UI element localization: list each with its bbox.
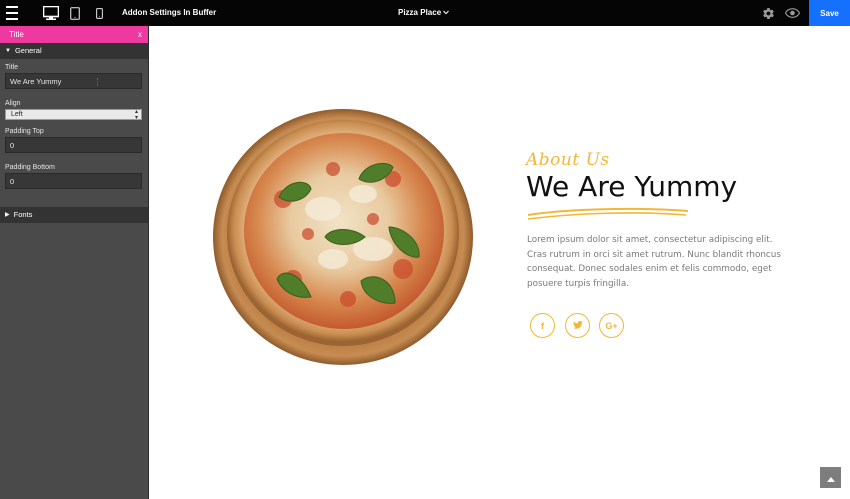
decorative-swoosh: [527, 207, 689, 220]
general-section-label: General: [14, 46, 42, 55]
twitter-link[interactable]: [565, 313, 590, 338]
addon-settings-panel: Title x ▼ General Title We Are Yummy Ali…: [0, 26, 149, 499]
title-input-value: We Are Yummy: [10, 77, 62, 86]
padding-top-input[interactable]: 0: [5, 137, 142, 153]
fonts-section-toggle[interactable]: ▶ Fonts: [0, 207, 148, 223]
arrow-up-icon: [826, 469, 835, 487]
page-selector[interactable]: Pizza Place: [398, 0, 450, 26]
align-select-value: Left: [11, 111, 23, 118]
google-plus-link[interactable]: G+: [599, 313, 624, 338]
pizza-image: [213, 109, 473, 365]
top-toolbar: Addon Settings In Buffer Pizza Place Sav…: [0, 0, 850, 26]
gear-icon[interactable]: [761, 0, 775, 26]
padding-top-value: 0: [10, 141, 15, 150]
general-fields: Title We Are Yummy Align Left ▴ ▾ Padding…: [0, 59, 148, 189]
general-section-toggle[interactable]: ▼ General: [0, 43, 148, 59]
google-plus-icon: G+: [605, 320, 618, 331]
padding-bottom-label: Padding Bottom: [5, 164, 55, 171]
fonts-section-label: Fonts: [13, 210, 33, 219]
addon-settings-title: Addon Settings In Buffer: [122, 8, 217, 17]
panel-title: Title: [9, 30, 24, 39]
page-name: Pizza Place: [398, 8, 442, 17]
align-field-label: Align: [5, 100, 21, 107]
triangle-down-icon: ▼: [5, 48, 11, 54]
triangle-right-icon: ▶: [5, 212, 10, 218]
facebook-link[interactable]: f: [530, 313, 555, 338]
about-subtitle: About Us: [526, 150, 610, 170]
hamburger-icon[interactable]: [4, 0, 20, 26]
eye-icon[interactable]: [784, 0, 800, 26]
tablet-icon[interactable]: [69, 0, 81, 26]
desktop-icon[interactable]: [42, 0, 60, 26]
panel-header: Title x: [0, 26, 148, 43]
facebook-icon: f: [541, 320, 544, 331]
twitter-icon: [572, 320, 583, 331]
chevron-down-icon: [443, 8, 450, 17]
padding-bottom-input[interactable]: 0: [5, 173, 142, 189]
about-paragraph: Lorem ipsum dolor sit amet, consectetur …: [527, 235, 781, 289]
headline: We Are Yummy: [526, 170, 738, 203]
select-arrows-icon: ▴ ▾: [134, 109, 138, 121]
text-cursor: [97, 78, 99, 86]
title-field-label: Title: [5, 64, 18, 71]
align-select[interactable]: Left ▴ ▾: [5, 109, 142, 121]
title-input[interactable]: We Are Yummy: [5, 73, 142, 89]
mobile-icon[interactable]: [95, 0, 104, 26]
padding-top-label: Padding Top: [5, 128, 44, 135]
padding-bottom-value: 0: [10, 177, 15, 186]
close-icon[interactable]: x: [135, 26, 145, 43]
scroll-to-top-button[interactable]: [820, 467, 841, 488]
save-button[interactable]: Save: [809, 0, 850, 26]
